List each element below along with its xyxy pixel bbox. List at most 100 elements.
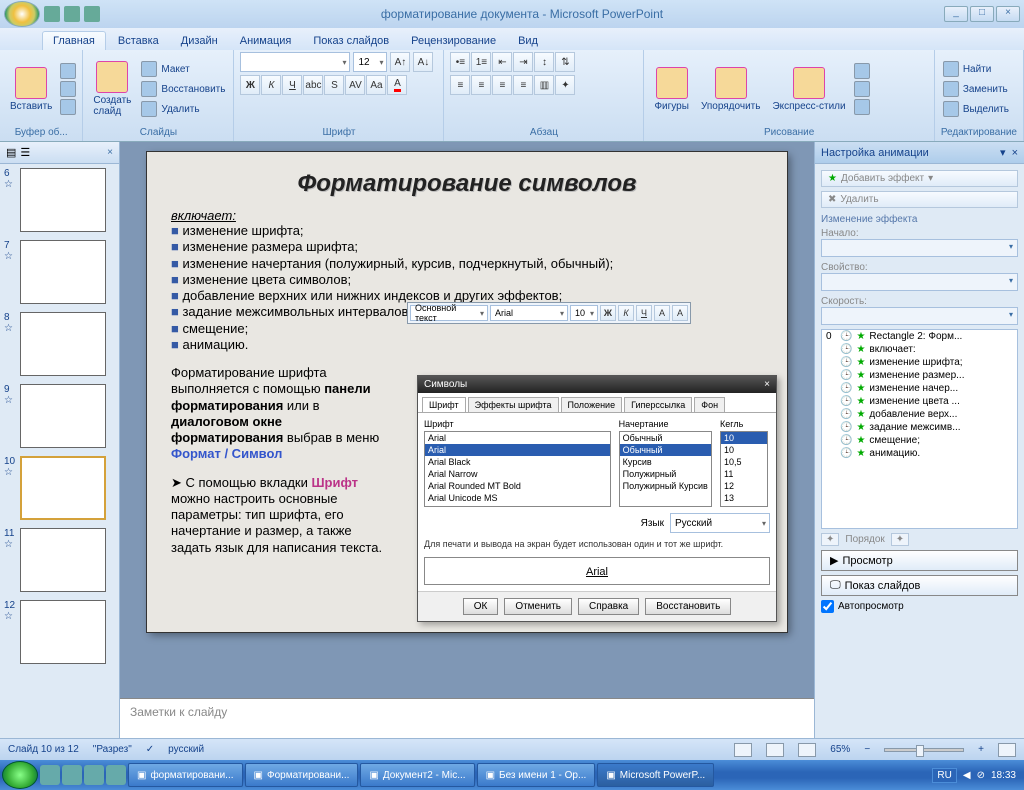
taskbar-item[interactable]: ▣Microsoft PowerP...	[597, 763, 714, 787]
quicklaunch-icon[interactable]	[40, 765, 60, 785]
copy-icon[interactable]	[60, 81, 76, 97]
close-button[interactable]: ×	[996, 6, 1020, 22]
quicklaunch-icon[interactable]	[84, 765, 104, 785]
shrink-font-button[interactable]: A↓	[413, 52, 433, 72]
cut-icon[interactable]	[60, 63, 76, 79]
align-left-button[interactable]: ≡	[450, 75, 470, 95]
order-up-button[interactable]: ✦	[821, 533, 839, 546]
slide-thumbnail[interactable]: 8☆	[4, 312, 115, 376]
shape-outline-icon[interactable]	[854, 81, 870, 97]
slide-thumbnail[interactable]: 11☆	[4, 528, 115, 592]
animation-item[interactable]: 🕒★изменение шрифта;	[822, 356, 1017, 369]
cancel-button[interactable]: Отменить	[504, 598, 572, 615]
tray-icon[interactable]: ⊘	[977, 770, 985, 781]
slide-thumbnail[interactable]: 12☆	[4, 600, 115, 664]
tab-design[interactable]: Дизайн	[171, 32, 228, 50]
ok-button[interactable]: ОК	[463, 598, 499, 615]
mini-italic-button[interactable]: К	[618, 305, 634, 321]
taskbar-item[interactable]: ▣форматировани...	[128, 763, 243, 787]
slide-title[interactable]: Форматирование символов	[171, 170, 763, 198]
font-size-combo[interactable]: 12	[353, 52, 387, 72]
mini-size-combo[interactable]: 10	[570, 305, 598, 321]
start-button[interactable]	[2, 761, 38, 789]
animation-item[interactable]: 🕒★задание межсимв...	[822, 421, 1017, 434]
zoom-out-button[interactable]: −	[864, 744, 870, 755]
remove-effect-button[interactable]: ✖Удалить	[821, 191, 1018, 208]
strike-button[interactable]: abc	[303, 75, 323, 95]
sorter-view-button[interactable]	[766, 743, 784, 757]
quick-styles-button[interactable]: Экспресс-стили	[768, 65, 849, 114]
font-dialog-tab[interactable]: Положение	[561, 397, 623, 412]
animation-list[interactable]: 0🕒★Rectangle 2: Форм...🕒★включает:🕒★изме…	[821, 329, 1018, 529]
normal-view-button[interactable]	[734, 743, 752, 757]
delete-slide-button[interactable]: Удалить	[139, 100, 227, 118]
char-spacing-button[interactable]: AV	[345, 75, 365, 95]
lang-combo[interactable]: Русский	[670, 513, 770, 533]
font-dialog-tab[interactable]: Шрифт	[422, 397, 466, 412]
taskbar-item[interactable]: ▣Форматировани...	[245, 763, 359, 787]
bullet-item[interactable]: изменение размера шрифта;	[171, 239, 763, 255]
underline-button[interactable]: Ч	[282, 75, 302, 95]
bold-button[interactable]: Ж	[240, 75, 260, 95]
animation-item[interactable]: 0🕒★Rectangle 2: Форм...	[822, 330, 1017, 343]
grow-font-button[interactable]: A↑	[390, 52, 410, 72]
taskbar-item[interactable]: ▣Без имени 1 - Op...	[477, 763, 596, 787]
property-combo[interactable]	[821, 273, 1018, 291]
office-button[interactable]	[4, 1, 40, 27]
reset-button[interactable]: Восстановить	[645, 598, 731, 615]
save-icon[interactable]	[44, 6, 60, 22]
slide-bullets[interactable]: изменение шрифта;изменение размера шрифт…	[171, 223, 763, 353]
font-dialog-tab[interactable]: Фон	[694, 397, 725, 412]
quicklaunch-icon[interactable]	[62, 765, 82, 785]
tab-review[interactable]: Рецензирование	[401, 32, 506, 50]
language-status[interactable]: русский	[168, 744, 204, 755]
redo-icon[interactable]	[84, 6, 100, 22]
zoom-slider[interactable]	[884, 748, 964, 752]
slide-intro[interactable]: включает:	[171, 208, 763, 223]
slide-thumbnail[interactable]: 7☆	[4, 240, 115, 304]
font-listbox[interactable]: ArialArialArial BlackArial NarrowArial R…	[424, 431, 611, 507]
find-button[interactable]: Найти	[941, 60, 1011, 78]
font-dialog-tab[interactable]: Эффекты шрифта	[468, 397, 559, 412]
animation-item[interactable]: 🕒★смещение;	[822, 434, 1017, 447]
bullet-item[interactable]: анимацию.	[171, 337, 763, 353]
bullets-button[interactable]: •≡	[450, 52, 470, 72]
shadow-button[interactable]: S	[324, 75, 344, 95]
undo-icon[interactable]	[64, 6, 80, 22]
bullet-item[interactable]: изменение шрифта;	[171, 223, 763, 239]
arrange-button[interactable]: Упорядочить	[697, 65, 765, 114]
mini-bold-button[interactable]: Ж	[600, 305, 616, 321]
shape-effects-icon[interactable]	[854, 99, 870, 115]
numbering-button[interactable]: 1≡	[471, 52, 491, 72]
slide-thumbnail[interactable]: 9☆	[4, 384, 115, 448]
tab-view[interactable]: Вид	[508, 32, 548, 50]
new-slide-button[interactable]: Создать слайд	[89, 59, 135, 119]
quicklaunch-icon[interactable]	[106, 765, 126, 785]
font-color-button[interactable]: A	[387, 75, 407, 95]
style-listbox[interactable]: ОбычныйОбычныйКурсивПолужирныйПолужирный…	[619, 431, 712, 507]
zoom-in-button[interactable]: +	[978, 744, 984, 755]
indent-inc-button[interactable]: ⇥	[513, 52, 533, 72]
add-effect-button[interactable]: ★Добавить эффект ▾	[821, 170, 1018, 187]
replace-button[interactable]: Заменить	[941, 80, 1011, 98]
shapes-button[interactable]: Фигуры	[650, 65, 692, 114]
mini-font-combo[interactable]: Arial	[490, 305, 568, 321]
font-dialog-tab[interactable]: Гиперссылка	[624, 397, 692, 412]
animation-item[interactable]: 🕒★анимацию.	[822, 447, 1017, 460]
slideshow-view-button[interactable]	[798, 743, 816, 757]
mini-underline-button[interactable]: Ч	[636, 305, 652, 321]
fit-button[interactable]	[998, 743, 1016, 757]
tab-home[interactable]: Главная	[42, 31, 106, 50]
align-center-button[interactable]: ≡	[471, 75, 491, 95]
font-dialog-close-icon[interactable]: ×	[764, 379, 770, 390]
minimize-button[interactable]: _	[944, 6, 968, 22]
slide-thumbnail[interactable]: 6☆	[4, 168, 115, 232]
bullet-item[interactable]: изменение цвета символов;	[171, 272, 763, 288]
mini-highlight-button[interactable]: A	[672, 305, 688, 321]
start-combo[interactable]	[821, 239, 1018, 257]
speed-combo[interactable]	[821, 307, 1018, 325]
reset-slide-button[interactable]: Восстановить	[139, 80, 227, 98]
font-family-combo[interactable]	[240, 52, 350, 72]
justify-button[interactable]: ≡	[513, 75, 533, 95]
animation-pane-menu-icon[interactable]: ▾	[1000, 146, 1006, 159]
